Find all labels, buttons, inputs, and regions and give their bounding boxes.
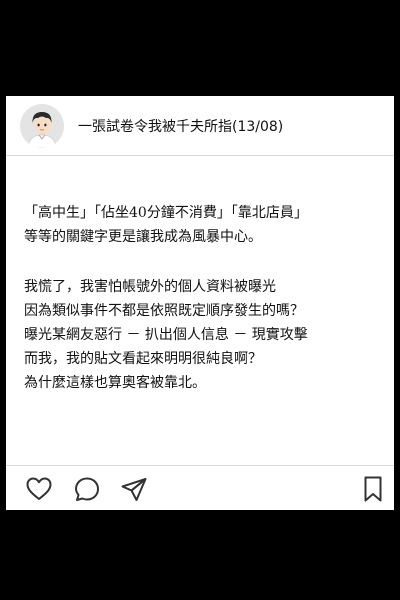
user-avatar-icon bbox=[20, 104, 64, 148]
post-text-line: 因為類似事件不都是依照既定順序發生的嗎？ bbox=[24, 303, 304, 319]
like-button[interactable] bbox=[24, 474, 54, 504]
bookmark-icon bbox=[364, 476, 382, 502]
post-action-bar bbox=[6, 465, 394, 510]
post-text-line: 等等的關鍵字更是讓我成為風暴中心。 bbox=[24, 229, 262, 245]
comment-icon bbox=[75, 477, 99, 501]
heart-icon bbox=[26, 477, 52, 500]
comment-button[interactable] bbox=[72, 474, 102, 504]
post-text-line: 我慌了，我害怕帳號外的個人資料被曝光 bbox=[24, 279, 276, 295]
post-text-line: 為什麼這樣也算奧客被靠北。 bbox=[24, 375, 206, 391]
post-title: 一張試卷令我被千夫所指(13/08) bbox=[78, 119, 284, 135]
post-text-line: 曝光某網友惡行 － 扒出個人信息 － 現實攻擊 bbox=[24, 327, 308, 343]
send-icon bbox=[121, 478, 147, 501]
post-text-line: 而我，我的貼文看起來明明很純良啊？ bbox=[24, 351, 262, 367]
save-button[interactable] bbox=[358, 474, 388, 504]
post-text-line: 「高中生」「佔坐40分鐘不消費」「靠北店員」 bbox=[24, 205, 308, 221]
share-button[interactable] bbox=[119, 474, 149, 504]
post-header: 一張試卷令我被千夫所指(13/08) bbox=[6, 96, 394, 156]
post-body: 「高中生」「佔坐40分鐘不消費」「靠北店員」 等等的關鍵字更是讓我成為風暴中心。… bbox=[24, 201, 384, 395]
avatar[interactable] bbox=[20, 104, 64, 148]
post-card: 一張試卷令我被千夫所指(13/08) 「高中生」「佔坐40分鐘不消費」「靠北店員… bbox=[6, 96, 394, 510]
